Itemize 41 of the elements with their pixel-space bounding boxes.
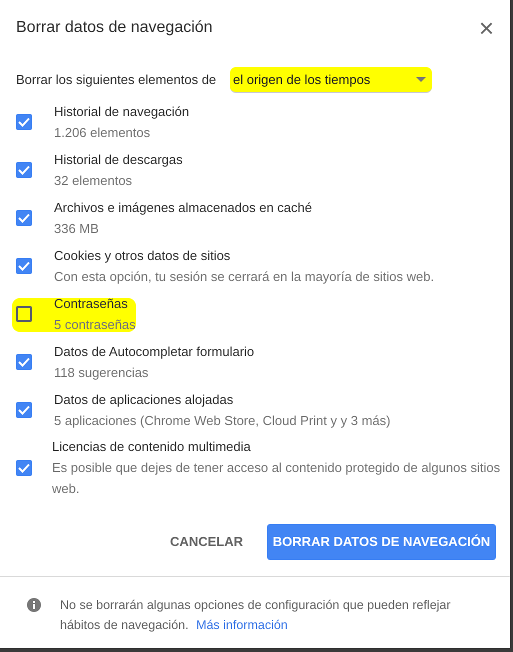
clear-data-button[interactable]: BORRAR DATOS DE NAVEGACIÓN: [267, 524, 496, 560]
item-detail: 5 aplicaciones (Chrome Web Store, Cloud Print y y 3 más): [54, 412, 390, 430]
item-label: Licencias de contenido multimedia: [52, 438, 252, 456]
checkbox[interactable]: [16, 354, 32, 370]
item-detail: Es posible que dejes de tener acceso al contenido protegido de algunos sitios web.: [52, 459, 502, 498]
checkbox[interactable]: [16, 460, 32, 476]
checkbox[interactable]: [16, 258, 32, 274]
item-detail: 5 contraseñas: [54, 316, 136, 334]
check-icon: [18, 261, 30, 271]
range-dropdown[interactable]: el origen de los tiempos: [230, 67, 432, 93]
item-detail: 118 sugerencias: [54, 364, 150, 382]
item-label: Datos de aplicaciones alojadas: [54, 390, 234, 409]
check-icon: [18, 463, 30, 473]
checkbox[interactable]: [16, 114, 32, 130]
check-icon: [18, 117, 30, 127]
item-label: Contraseñas: [54, 294, 129, 312]
checkbox[interactable]: [16, 306, 32, 322]
dialog-title: Borrar datos de navegación: [16, 18, 213, 38]
item-detail: Con esta opción, tu sesión se cerrará en la mayoría de sitios web.: [54, 268, 434, 286]
checkbox[interactable]: [16, 210, 32, 226]
checkbox[interactable]: [16, 402, 32, 418]
close-button[interactable]: ×: [478, 15, 494, 41]
check-icon: [18, 357, 30, 367]
item-detail: 1.206 elementos: [54, 124, 152, 142]
check-icon: [18, 405, 30, 415]
check-icon: [18, 165, 30, 175]
checkbox[interactable]: [16, 162, 32, 178]
item-label: Archivos e imágenes almacenados en caché: [54, 198, 312, 217]
more-info-link[interactable]: Más información: [196, 618, 288, 632]
caret-icon: [416, 76, 426, 82]
item-label: Historial de descargas: [54, 150, 183, 169]
check-icon: [18, 213, 30, 223]
range-label: Borrar los siguientes elementos de: [16, 71, 218, 90]
item-label: Cookies y otros datos de sitios: [54, 246, 232, 265]
item-detail: 32 elementos: [54, 172, 134, 190]
item-label: Historial de navegación: [54, 102, 190, 121]
item-label: Datos de Autocompletar formulario: [54, 342, 254, 361]
cancel-button[interactable]: CANCELAR: [170, 532, 243, 552]
footer-note: No se borrarán algunas opciones de configuración que pueden reflejar hábitos de navegación. Más información: [60, 597, 452, 634]
item-detail: 336 MB: [54, 220, 100, 238]
info-icon: [26, 597, 42, 613]
